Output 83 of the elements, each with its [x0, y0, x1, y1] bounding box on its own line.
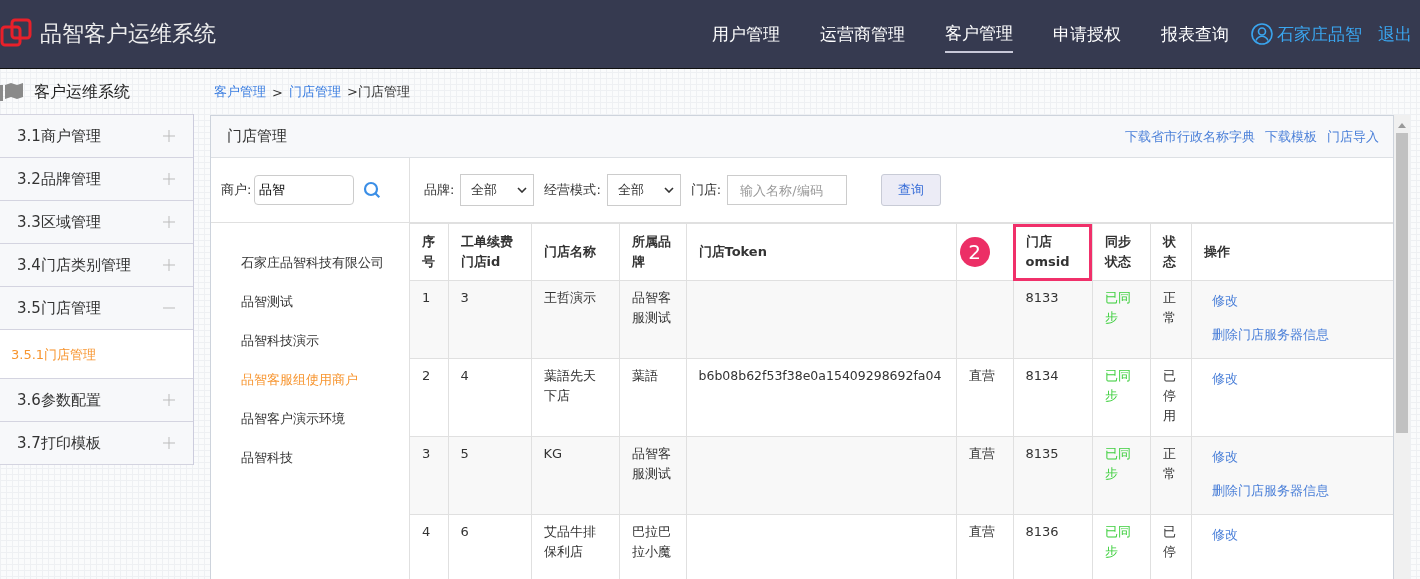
breadcrumb-current: >门店管理 [346, 83, 410, 101]
column-header: 同步状态 [1092, 223, 1150, 281]
table-cell: 直营 [956, 436, 1013, 515]
merchant-item[interactable]: 品智客户演示环境 [241, 409, 389, 429]
filter-label: 经营模式: [544, 181, 601, 199]
action-link[interactable]: 修改 [1211, 291, 1379, 311]
breadcrumb-separator: > [272, 84, 283, 100]
action-link[interactable]: 删除门店服务器信息 [1211, 481, 1379, 501]
column-header: 门店Token [686, 223, 956, 281]
menu-item[interactable]: 3.1商户管理 [0, 114, 193, 158]
action-link[interactable]: 删除门店服务器信息 [1211, 325, 1379, 345]
step-badge: 2 [959, 237, 990, 267]
filter-select[interactable]: 全部 [460, 174, 535, 206]
merchant-item[interactable]: 品智科技演示 [241, 331, 389, 351]
menu-item[interactable]: 3.4门店类别管理 [0, 243, 193, 287]
table-cell: 直营 [956, 358, 1013, 437]
panel-title: 门店管理 [227, 127, 287, 146]
store-status: 正常 [1150, 436, 1191, 515]
store-status: 已停用 [1150, 358, 1191, 437]
table-cell: 品智客服测试 [619, 436, 686, 515]
flag-icon [0, 83, 24, 101]
user-icon [1251, 23, 1273, 45]
nav-link[interactable]: 运营商管理 [820, 16, 905, 52]
panel-link[interactable]: 下载省市行政名称字典 [1125, 127, 1255, 146]
breadcrumb-link[interactable]: 客户管理 [214, 83, 266, 101]
column-header: 所属品牌 [619, 223, 686, 281]
filter-select[interactable]: 全部 [606, 174, 681, 206]
table-cell: 8133 [1013, 280, 1092, 359]
sidebar-title: 客户运维系统 [34, 81, 130, 103]
store-status: 正常 [1150, 280, 1191, 359]
nav-link[interactable]: 申请授权 [1053, 16, 1121, 52]
sync-status: 已同步 [1092, 436, 1150, 515]
nav-link[interactable]: 客户管理 [945, 15, 1013, 53]
nav-link[interactable]: 用户管理 [712, 16, 780, 52]
table-cell: 5 [448, 436, 531, 515]
chevron-down-icon [517, 187, 528, 193]
table-cell: 3 [448, 280, 531, 359]
menu-item[interactable]: 3.7打印模板 [0, 421, 193, 465]
merchant-item[interactable]: 品智科技 [241, 448, 389, 468]
action-link[interactable]: 修改 [1211, 447, 1379, 467]
table-cell: 3 [410, 436, 448, 515]
table-cell: 4 [448, 358, 531, 437]
store-search-field[interactable]: 输入名称/编码 [727, 175, 848, 205]
merchant-item[interactable]: 石家庄品智科技有限公司 [241, 253, 389, 273]
table-cell: 王哲演示 [531, 280, 619, 359]
sync-status: 已同步 [1092, 280, 1150, 359]
table-cell: 8135 [1013, 436, 1092, 515]
logout-link[interactable]: 退出 [1378, 22, 1412, 46]
merchant-search-field[interactable]: 品智 [254, 175, 355, 205]
column-header: 操作 [1191, 223, 1393, 281]
table-cell: 品智客服测试 [619, 280, 686, 359]
menu-item[interactable]: 3.6参数配置 [0, 378, 193, 422]
filter-label: 门店: [690, 181, 722, 199]
menu-item[interactable]: 3.3区域管理 [0, 200, 193, 244]
column-header: 门店omsid [1013, 223, 1092, 281]
table-cell: 葉語 [619, 358, 686, 437]
panel-link[interactable]: 门店导入 [1327, 127, 1379, 146]
app-title: 品智客户运维系统 [40, 20, 216, 48]
chevron-down-icon [663, 187, 674, 193]
table-cell: b6b08b62f53f38e0a15409298692fa04 [686, 358, 956, 437]
table-cell: 8134 [1013, 358, 1092, 437]
nav-link[interactable]: 报表查询 [1161, 16, 1229, 52]
menu-item[interactable]: 3.2品牌管理 [0, 157, 193, 201]
merchant-label: 商户: [221, 181, 252, 199]
breadcrumb-link[interactable]: 门店管理 [288, 83, 341, 101]
merchant-item[interactable]: 品智测试 [241, 292, 389, 312]
filter-label: 品牌: [424, 181, 455, 199]
column-header: 状态 [1150, 223, 1191, 281]
query-button[interactable]: 查询 [881, 174, 942, 206]
menu-item[interactable]: 3.5门店管理 [0, 286, 193, 330]
sync-status: 已同步 [1092, 358, 1150, 437]
table-cell: 2 [410, 358, 448, 437]
scroll-up-icon[interactable] [1398, 123, 1406, 128]
user-name: 石家庄品智 [1277, 22, 1362, 46]
table-cell: 葉語先天下店 [531, 358, 619, 437]
column-header: 工单续费门店id [448, 223, 531, 281]
search-icon[interactable] [363, 181, 382, 199]
scrollbar[interactable] [1394, 115, 1410, 579]
column-header: 序号 [410, 223, 448, 281]
table-cell: 1 [410, 280, 448, 359]
column-header: 门店名称 [531, 223, 619, 281]
table-cell: KG [531, 436, 619, 515]
panel-link[interactable]: 下载模板 [1265, 127, 1317, 146]
